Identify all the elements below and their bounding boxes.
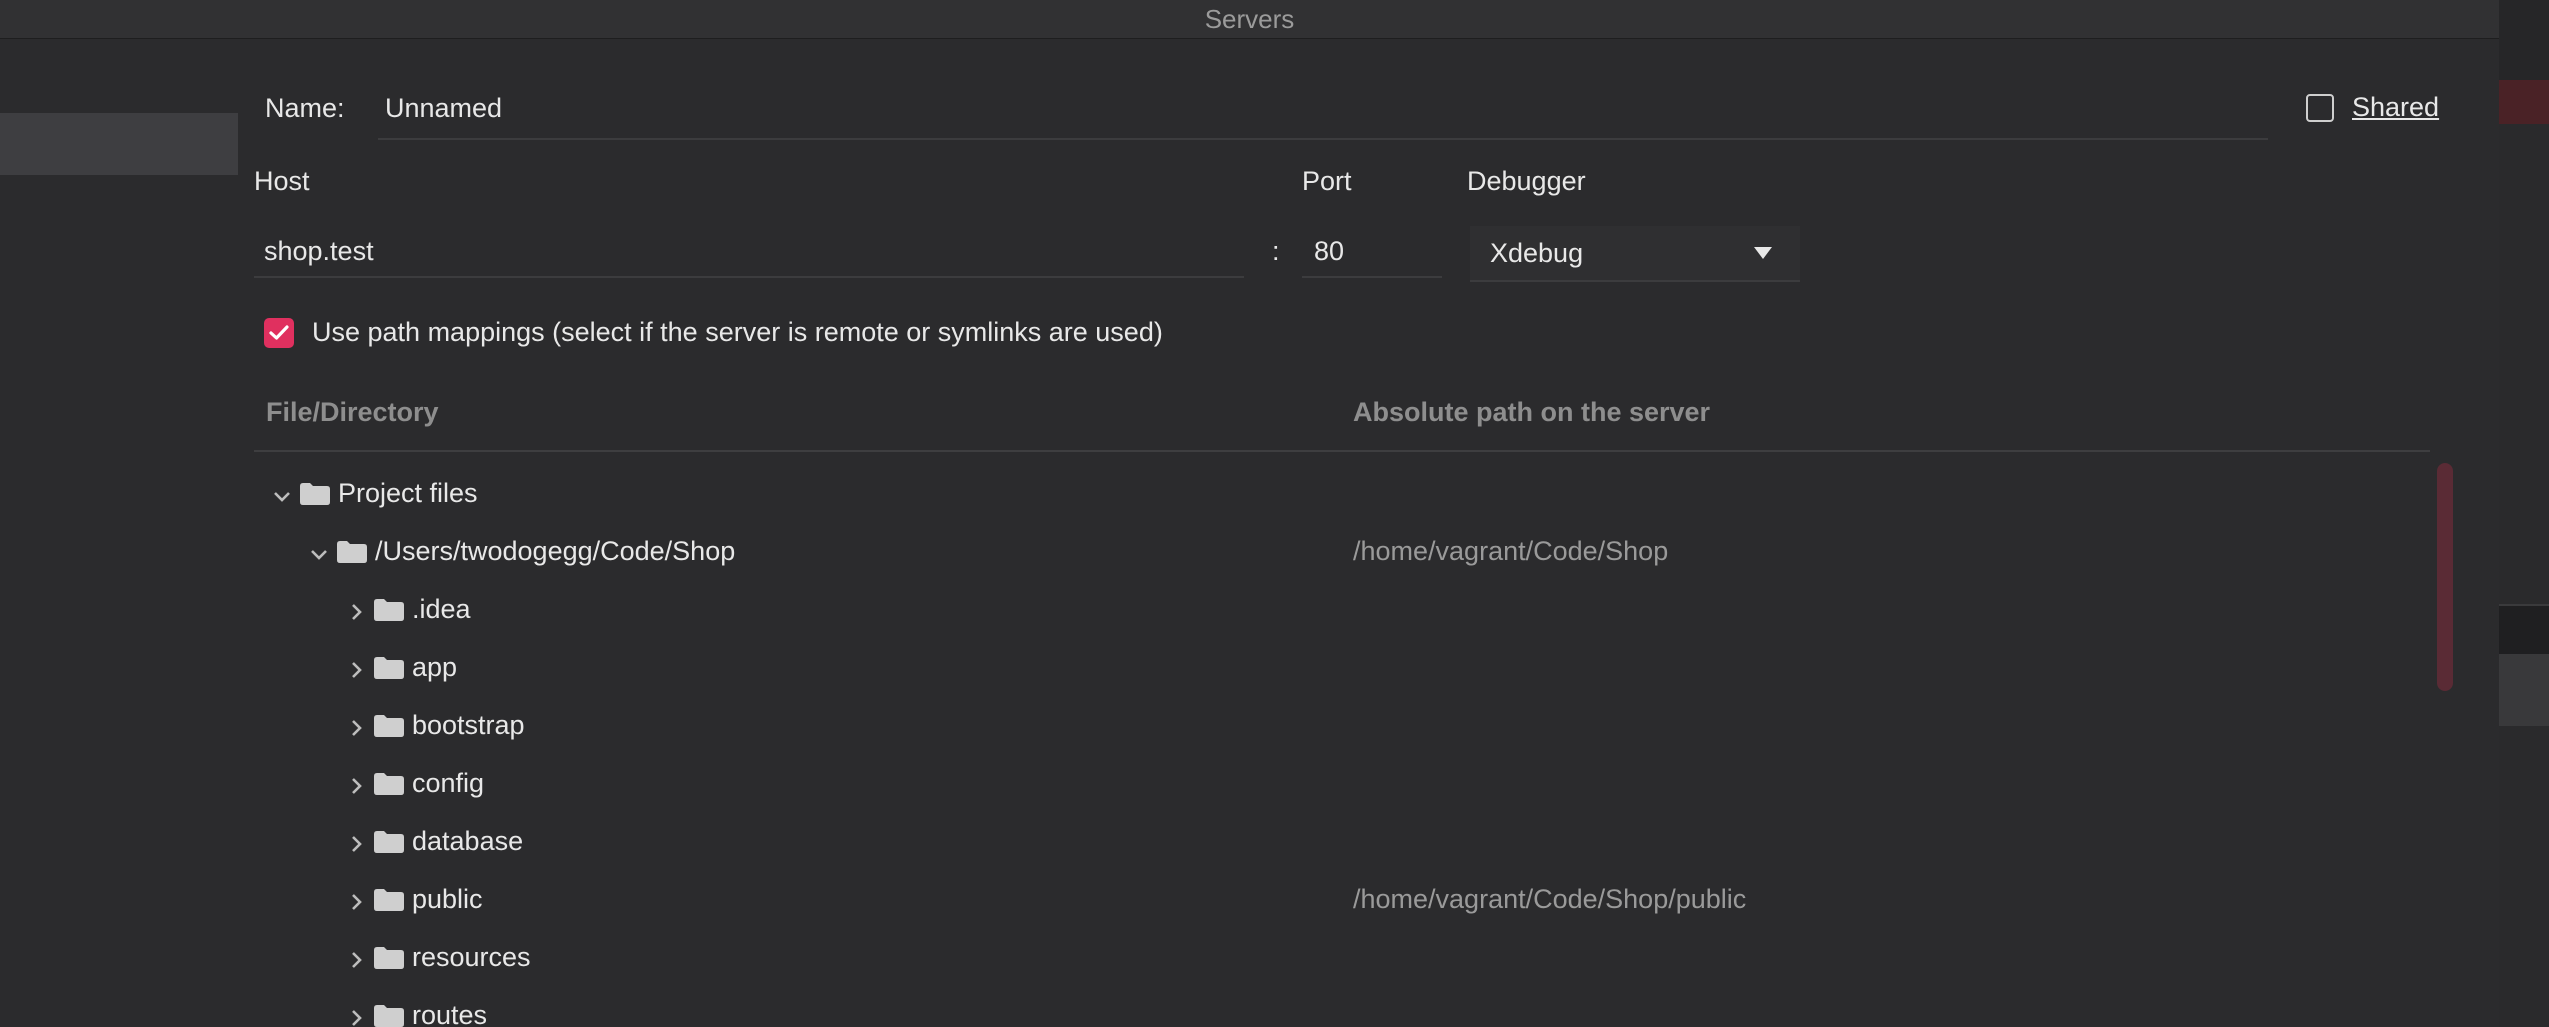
editor-strip-segment <box>2499 0 2549 80</box>
window-title: Servers <box>1204 4 1295 34</box>
tree-row[interactable]: config <box>254 756 2430 814</box>
window-titlebar: Servers <box>0 0 2499 39</box>
folder-icon <box>374 947 404 969</box>
tree-row[interactable]: database <box>254 814 2430 872</box>
tree-row-label: bootstrap <box>412 710 525 740</box>
chevron-right-icon[interactable] <box>346 776 366 796</box>
tree-row-label: Project files <box>338 478 478 508</box>
tree-row-server-path[interactable]: /home/vagrant/Code/Shop/public <box>1353 884 1746 915</box>
check-icon <box>269 324 289 340</box>
chevron-right-icon[interactable] <box>346 718 366 738</box>
tree-row[interactable]: bootstrap <box>254 698 2430 756</box>
path-mappings-tree: Project files /Users/twodogegg/Code/Shop… <box>254 457 2430 1027</box>
background-editor-strip <box>2499 0 2549 1027</box>
chevron-right-icon[interactable] <box>346 602 366 622</box>
tree-row-label: public <box>412 884 483 914</box>
host-input-value: shop.test <box>264 236 374 266</box>
tree-row[interactable]: .idea <box>254 582 2430 640</box>
chevron-right-icon[interactable] <box>346 892 366 912</box>
tree-row-label: config <box>412 768 485 798</box>
folder-icon <box>337 541 367 563</box>
folder-icon <box>374 715 404 737</box>
chevron-right-icon[interactable] <box>346 660 366 680</box>
port-separator: : <box>1272 236 1280 266</box>
tree-row-label: database <box>412 826 524 856</box>
tree-row-server-path[interactable]: /home/vagrant/Code/Shop <box>1353 536 1668 567</box>
port-input-underline <box>1302 276 1442 278</box>
servers-list-item-selected[interactable] <box>0 113 238 175</box>
tree-row-label: .idea <box>412 594 471 624</box>
column-header-absolute-path[interactable]: Absolute path on the server <box>1353 397 1710 428</box>
host-input[interactable]: shop.test <box>254 228 1244 278</box>
tree-row[interactable]: resources <box>254 930 2430 988</box>
folder-icon <box>374 599 404 621</box>
tree-row-label: resources <box>412 942 531 972</box>
servers-list <box>0 39 240 1027</box>
column-header-file-directory[interactable]: File/Directory <box>266 397 439 428</box>
editor-strip-segment <box>2499 654 2549 726</box>
host-label: Host <box>254 166 310 196</box>
tree-row[interactable]: app <box>254 640 2430 698</box>
debugger-label: Debugger <box>1467 166 1586 196</box>
tree-row-label: /Users/twodogegg/Code/Shop <box>375 536 736 566</box>
port-input-value: 80 <box>1314 236 1345 266</box>
chevron-right-icon[interactable] <box>346 1008 366 1027</box>
tree-row[interactable]: /Users/twodogegg/Code/Shop /home/vagrant… <box>254 524 2430 582</box>
editor-strip-segment <box>2499 726 2549 1027</box>
folder-icon <box>374 657 404 679</box>
folder-icon <box>374 1005 404 1027</box>
port-label: Port <box>1302 166 1352 196</box>
shared-label: Shared <box>2352 92 2440 122</box>
name-field[interactable]: Unnamed <box>385 93 502 124</box>
checkbox-checked-icon[interactable] <box>264 317 294 348</box>
tree-row-label: app <box>412 652 458 682</box>
port-input[interactable]: 80 <box>1302 228 1442 278</box>
column-header-divider <box>254 450 2430 452</box>
folder-icon <box>374 773 404 795</box>
folder-icon <box>374 831 404 853</box>
checkbox-unchecked-icon[interactable] <box>2306 93 2334 122</box>
chevron-down-icon[interactable] <box>272 486 292 506</box>
name-field-underline <box>378 138 2268 140</box>
chevron-right-icon[interactable] <box>346 950 366 970</box>
host-input-underline <box>254 276 1244 278</box>
name-label: Name: <box>265 93 345 123</box>
debugger-select[interactable]: Xdebug <box>1470 226 1800 282</box>
editor-strip-segment <box>2499 604 2549 656</box>
editor-strip-highlight <box>2499 80 2549 124</box>
dropdown-arrow-icon[interactable] <box>1754 247 1772 259</box>
chevron-right-icon[interactable] <box>346 834 366 854</box>
use-path-mappings-label: Use path mappings (select if the server … <box>312 317 1163 347</box>
tree-scrollbar-thumb[interactable] <box>2437 463 2453 691</box>
tree-row[interactable]: routes <box>254 988 2430 1027</box>
chevron-down-icon[interactable] <box>309 544 329 564</box>
tree-row[interactable]: public /home/vagrant/Code/Shop/public <box>254 872 2430 930</box>
tree-row[interactable]: Project files <box>254 466 2430 524</box>
shared-checkbox[interactable]: Shared <box>2306 92 2439 123</box>
use-path-mappings-checkbox[interactable]: Use path mappings (select if the server … <box>264 317 1163 348</box>
folder-icon <box>300 483 330 505</box>
tree-row-label: routes <box>412 1000 488 1027</box>
editor-strip-segment <box>2499 124 2549 604</box>
debugger-select-value: Xdebug <box>1490 238 1584 268</box>
folder-icon <box>374 889 404 911</box>
